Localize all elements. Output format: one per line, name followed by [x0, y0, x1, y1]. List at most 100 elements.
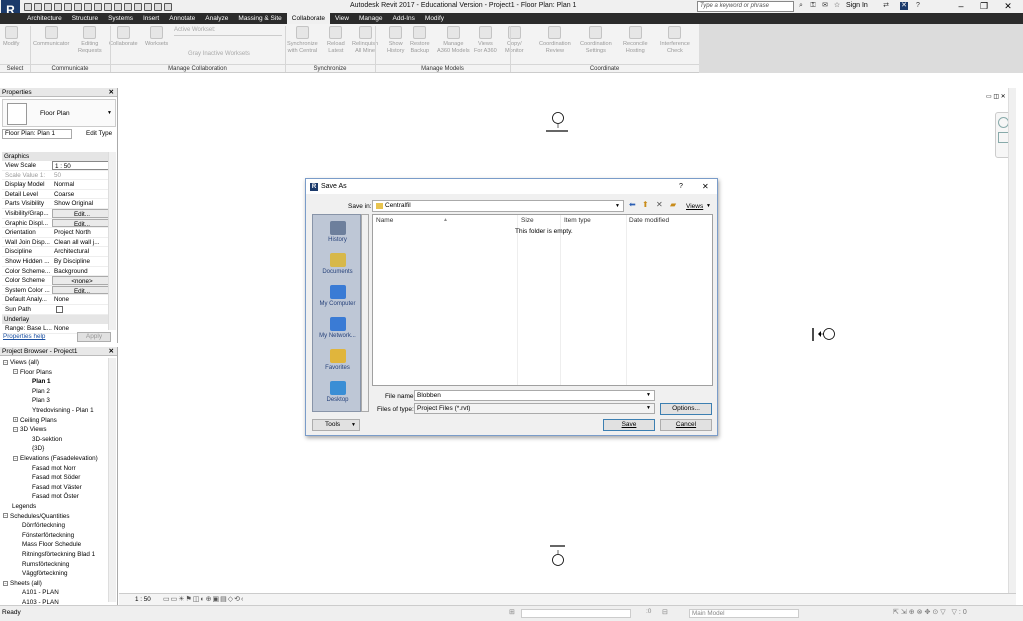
browser-item[interactable]: Dörrförteckning: [13, 521, 65, 531]
property-row[interactable]: Discipline Architectural: [2, 247, 110, 257]
browser-item[interactable]: − Sheets (all): [3, 579, 42, 589]
property-row[interactable]: Orientation Project North: [2, 228, 110, 238]
collapse-icon[interactable]: −: [13, 369, 18, 375]
file-name-input[interactable]: Blobben ▼: [414, 390, 655, 401]
restore-backup-button[interactable]: Restore Backup: [410, 26, 430, 54]
tab-systems[interactable]: Systems: [103, 13, 138, 24]
column-date-modified[interactable]: Date modified: [629, 217, 669, 224]
switch-windows-icon[interactable]: [164, 2, 172, 11]
places-scrollbar[interactable]: [361, 214, 369, 412]
property-value[interactable]: <none>: [52, 276, 110, 285]
browser-item[interactable]: Ritningsförteckning Blad 1: [13, 550, 95, 560]
design-options-icon[interactable]: ⊟: [662, 608, 668, 616]
search-input[interactable]: Type a keyword or phrase: [697, 1, 794, 12]
close-window-button[interactable]: ✕: [997, 0, 1019, 13]
autodesk-app-store-icon[interactable]: ⇄: [882, 2, 890, 10]
modify-button[interactable]: Modify: [3, 26, 19, 48]
property-row[interactable]: Color Scheme... Background: [2, 267, 110, 277]
collapse-icon[interactable]: −: [13, 427, 18, 433]
collapse-icon[interactable]: −: [3, 513, 8, 519]
instance-filter-dropdown[interactable]: Floor Plan: Plan 1: [2, 129, 72, 139]
tab-collaborate[interactable]: Collaborate: [286, 13, 331, 24]
active-workset-field[interactable]: [521, 609, 631, 618]
apply-button[interactable]: Apply: [77, 332, 111, 342]
browser-item[interactable]: − Schedules/Quantities: [3, 512, 70, 522]
property-row[interactable]: View Scale 1 : 50: [2, 161, 110, 171]
sun-path-checkbox[interactable]: [56, 306, 63, 313]
property-value[interactable]: None: [52, 295, 110, 304]
column-item-type[interactable]: Item type: [564, 217, 591, 224]
help-icon[interactable]: ?: [914, 2, 922, 10]
new-folder-icon[interactable]: ▰: [670, 200, 676, 209]
elevation-marker-north[interactable]: [552, 112, 564, 124]
place-favorites[interactable]: Favorites: [313, 349, 360, 371]
worksets-icon[interactable]: ⊞: [509, 608, 515, 616]
property-row[interactable]: Default Analy... None: [2, 295, 110, 305]
measure-icon[interactable]: [84, 2, 92, 11]
tab-manage[interactable]: Manage: [354, 13, 388, 24]
favorites-icon[interactable]: ☆: [833, 2, 841, 10]
views-menu[interactable]: Views: [686, 203, 703, 210]
place-my-computer[interactable]: My Computer: [313, 285, 360, 307]
column-size[interactable]: Size: [521, 217, 534, 224]
coordination-review-button[interactable]: Coordination Review: [539, 26, 571, 54]
browser-item[interactable]: Fasad mot Väster: [23, 483, 82, 493]
property-row[interactable]: System Color ... Edit...: [2, 285, 110, 296]
save-icon[interactable]: [34, 2, 42, 11]
property-row[interactable]: Color Scheme <none>: [2, 276, 110, 286]
browser-item[interactable]: Rumsförteckning: [13, 560, 69, 570]
browser-item[interactable]: A101 - PLAN: [13, 588, 59, 598]
place-history[interactable]: History: [313, 221, 360, 243]
close-hidden-icon[interactable]: [154, 2, 162, 11]
selection-filters-icons[interactable]: ⇱⇲⊕⊗✥⊙▽ ▽:0: [893, 608, 969, 616]
save-in-dropdown[interactable]: Centralfil ▼: [372, 200, 624, 212]
property-value[interactable]: Project North: [52, 228, 110, 237]
exchange-apps-icon[interactable]: ✕: [900, 2, 908, 10]
panel-select[interactable]: Select: [0, 64, 30, 73]
property-value[interactable]: 50: [52, 171, 110, 180]
panel-synchronize[interactable]: Synchronize: [285, 64, 375, 73]
sync-icon[interactable]: [44, 2, 52, 11]
graphics-group-header[interactable]: Graphics: [2, 152, 108, 161]
browser-item[interactable]: Plan 3: [23, 396, 50, 406]
property-value[interactable]: Edit...: [52, 285, 110, 295]
property-value[interactable]: Coarse: [52, 190, 110, 199]
panel-manage-models[interactable]: Manage Models: [375, 64, 510, 73]
property-row[interactable]: Parts Visibility Show Original: [2, 199, 110, 209]
canvas-scrollbar[interactable]: [1008, 88, 1016, 593]
property-row[interactable]: Display Model Normal: [2, 180, 110, 190]
cancel-button[interactable]: Cancel: [660, 419, 712, 431]
tab-add-ins[interactable]: Add-Ins: [388, 13, 420, 24]
browser-item[interactable]: Fasad mot Norr: [23, 464, 76, 474]
property-value[interactable]: Clean all wall j...: [52, 238, 110, 247]
tab-insert[interactable]: Insert: [138, 13, 164, 24]
browser-item[interactable]: Mass Floor Schedule: [13, 540, 81, 550]
properties-scrollbar[interactable]: [108, 152, 116, 330]
place-desktop[interactable]: Desktop: [313, 381, 360, 403]
browser-item[interactable]: 3D-sektion: [23, 435, 62, 445]
dialog-close-button[interactable]: ✕: [702, 179, 709, 194]
gray-inactive-worksets-button[interactable]: Gray Inactive Worksets: [188, 51, 250, 57]
save-button[interactable]: Save: [603, 419, 655, 431]
property-value[interactable]: By Discipline: [52, 257, 110, 266]
editing-requests-button[interactable]: Editing Requests: [78, 26, 102, 54]
property-value[interactable]: Edit...: [52, 209, 110, 218]
synchronize-with-central-button[interactable]: Synchronize with Central: [287, 26, 318, 54]
property-value[interactable]: Show Original: [52, 199, 110, 208]
collapse-icon[interactable]: −: [13, 455, 18, 461]
view-control-icons[interactable]: ▭▭☀⚑◫◐⊕▣▤◇⟲‹: [163, 595, 244, 603]
expand-icon[interactable]: +: [13, 417, 18, 423]
print-icon[interactable]: [74, 2, 82, 11]
browser-item[interactable]: Fasad mot Öster: [23, 492, 79, 502]
tab-structure[interactable]: Structure: [67, 13, 103, 24]
interference-check-button[interactable]: Interference Check: [660, 26, 690, 54]
elevation-marker-south[interactable]: [552, 554, 564, 566]
coordination-settings-button[interactable]: Coordination Settings: [580, 26, 612, 54]
tab-massing-site[interactable]: Massing & Site: [233, 13, 286, 24]
chevron-down-icon[interactable]: ▼: [706, 203, 711, 209]
property-value[interactable]: Background: [52, 267, 110, 276]
tab-analyze[interactable]: Analyze: [200, 13, 233, 24]
panel-coordinate[interactable]: Coordinate: [510, 64, 699, 73]
reload-latest-button[interactable]: Reload Latest: [327, 26, 345, 54]
manage-a360-models-button[interactable]: Manage A360 Models: [437, 26, 470, 54]
